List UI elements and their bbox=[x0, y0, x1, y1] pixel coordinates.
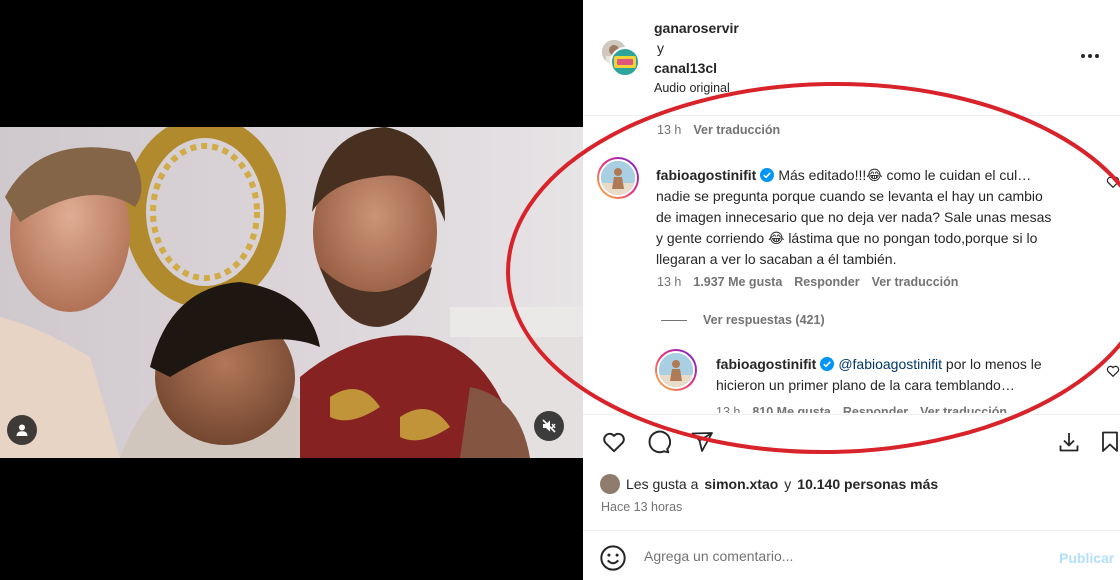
save-button[interactable] bbox=[1096, 428, 1120, 456]
reply-likes[interactable]: 810 Me gusta bbox=[752, 405, 831, 413]
reply-avatar[interactable] bbox=[655, 349, 697, 391]
tagged-users-button[interactable] bbox=[7, 415, 37, 445]
comment-text-line: llegaran a ver lo sacaban a él también. bbox=[656, 251, 897, 267]
view-replies-toggle[interactable]: Ver respuestas (421) bbox=[661, 313, 825, 327]
verified-badge-icon bbox=[760, 168, 775, 182]
post-header: ganaroservir y canal13cl Audio original bbox=[583, 0, 1120, 116]
reply-button[interactable]: Responder bbox=[843, 405, 908, 413]
verified-badge-icon bbox=[820, 357, 835, 371]
reply-text: hicieron un primer plano de la cara temb… bbox=[716, 377, 1015, 393]
video-frame bbox=[0, 127, 583, 458]
like-comment-heart-icon[interactable] bbox=[1106, 175, 1120, 189]
comment-item: fabioagostinifit Más editado!!!😂 como le … bbox=[597, 157, 1120, 307]
comment-button[interactable] bbox=[644, 428, 672, 456]
speaker-muted-icon bbox=[542, 419, 556, 433]
canal13-logo-icon bbox=[614, 56, 636, 68]
comment-meta: 13 h 1.937 Me gusta Responder Ver traduc… bbox=[657, 275, 958, 289]
more-horizontal-icon bbox=[1081, 54, 1099, 58]
likes-middle: y bbox=[784, 476, 792, 492]
audio-link[interactable]: Audio original bbox=[654, 81, 730, 95]
avatar-canal13cl[interactable] bbox=[610, 47, 640, 77]
collab-conjunction: y bbox=[657, 40, 664, 56]
download-icon bbox=[1059, 433, 1079, 452]
comment-text-line: nadie se pregunta porque cuando se levan… bbox=[656, 188, 1043, 204]
reply-meta: 13 h 810 Me gusta Responder Ver traducci… bbox=[716, 405, 1007, 413]
reply-button[interactable]: Responder bbox=[794, 275, 859, 289]
mute-button[interactable] bbox=[534, 411, 564, 441]
avatar-image bbox=[601, 161, 635, 195]
user-icon bbox=[16, 424, 28, 436]
post-timestamp[interactable]: Hace 13 horas bbox=[601, 500, 682, 514]
video-player[interactable] bbox=[0, 127, 583, 458]
avatar-image bbox=[659, 353, 693, 387]
view-replies-label[interactable]: Ver respuestas (421) bbox=[703, 313, 825, 327]
likes-summary[interactable]: Les gusta a simon.xtao y 10.140 personas… bbox=[600, 474, 938, 494]
comment-likes[interactable]: 1.937 Me gusta bbox=[693, 275, 782, 289]
comment-input[interactable] bbox=[644, 545, 1044, 567]
post-actions-bar bbox=[583, 414, 1120, 470]
like-reply-heart-icon[interactable] bbox=[1106, 364, 1120, 378]
emoji-icon[interactable] bbox=[599, 544, 627, 572]
comment-time: 13 h bbox=[657, 275, 682, 289]
likes-prefix: Les gusta a bbox=[626, 476, 699, 492]
post-panel: ganaroservir y canal13cl Audio original … bbox=[583, 0, 1120, 580]
replies-divider bbox=[661, 319, 687, 321]
comment-avatar[interactable] bbox=[597, 157, 639, 199]
comment-composer: Publicar bbox=[583, 530, 1120, 580]
download-button[interactable] bbox=[1055, 428, 1083, 456]
bookmark-icon bbox=[1102, 431, 1118, 452]
comment-text-line: y gente corriendo 😂 lástima que no ponga… bbox=[656, 230, 1038, 246]
author-username[interactable]: ganaroservir bbox=[654, 20, 739, 36]
reply-time: 13 h bbox=[716, 405, 741, 413]
like-button[interactable] bbox=[600, 428, 628, 456]
reply-username[interactable]: fabioagostinifit bbox=[716, 356, 816, 372]
reply-item: fabioagostinifit @fabioagostinifit por lo… bbox=[655, 349, 1120, 413]
comment-text-line: de imagen innecesario que no deja ver na… bbox=[656, 209, 1052, 225]
instagram-post-view: ganaroservir y canal13cl Audio original … bbox=[0, 0, 1120, 580]
comments-list[interactable]: 13 h Ver traducción fabioagostinifit Más… bbox=[583, 117, 1120, 413]
prev-comment-meta: 13 h Ver traducción bbox=[657, 123, 780, 137]
share-button[interactable] bbox=[688, 428, 716, 456]
likes-count[interactable]: 10.140 personas más bbox=[797, 476, 938, 492]
translate-link[interactable]: Ver traducción bbox=[920, 405, 1007, 413]
translate-link[interactable]: Ver traducción bbox=[693, 123, 780, 137]
comment-body: fabioagostinifit Más editado!!!😂 como le … bbox=[656, 165, 1101, 270]
mention-link[interactable]: @fabioagostinifit bbox=[838, 356, 942, 372]
reply-text: por lo menos le bbox=[942, 356, 1042, 372]
more-options-button[interactable] bbox=[1078, 44, 1102, 68]
translate-link[interactable]: Ver traducción bbox=[872, 275, 959, 289]
send-icon bbox=[691, 432, 713, 452]
media-pane bbox=[0, 0, 583, 580]
publish-button[interactable]: Publicar bbox=[1059, 550, 1114, 566]
collab-username[interactable]: canal13cl bbox=[654, 60, 717, 76]
comment-text-line: Más editado!!!😂 como le cuidan el cul… bbox=[778, 167, 1032, 183]
liker-username[interactable]: simon.xtao bbox=[704, 476, 778, 492]
comment-time: 13 h bbox=[657, 123, 682, 137]
liker-avatar bbox=[600, 474, 620, 494]
comment-username[interactable]: fabioagostinifit bbox=[656, 167, 756, 183]
collab-avatars[interactable] bbox=[600, 38, 640, 78]
comment-icon bbox=[648, 430, 671, 454]
heart-icon bbox=[603, 432, 625, 453]
reply-body: fabioagostinifit @fabioagostinifit por lo… bbox=[716, 354, 1096, 396]
